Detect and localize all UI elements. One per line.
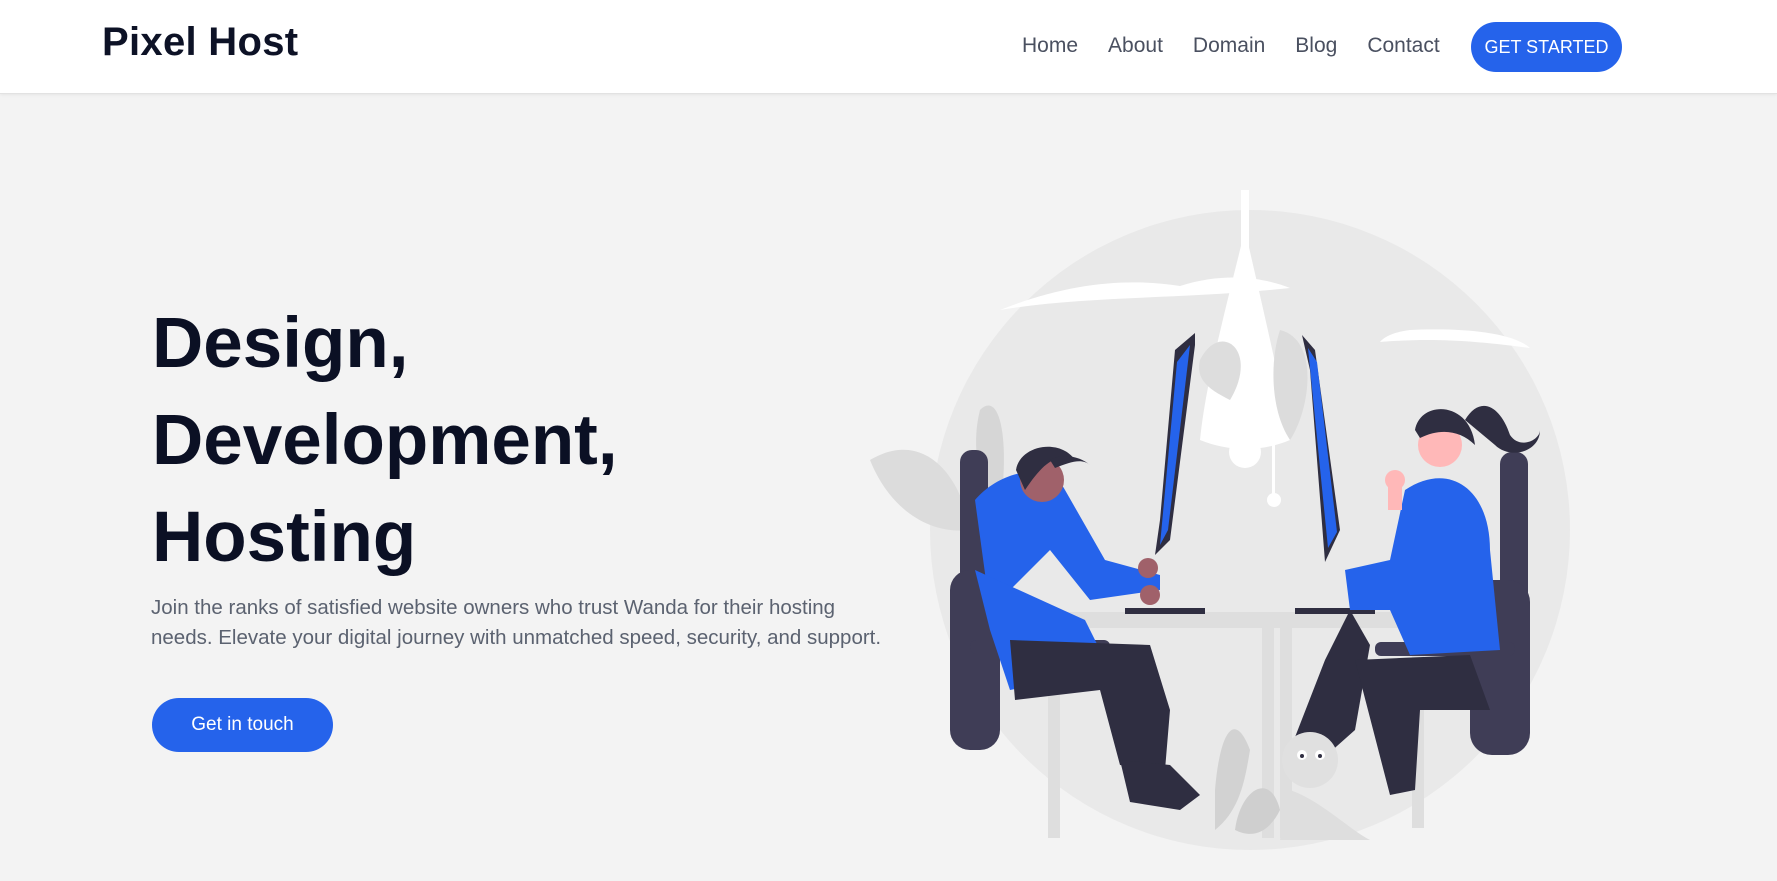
headline-line-development: Development, — [152, 401, 618, 480]
navbar: Pixel Host Home About Domain Blog Contac… — [0, 0, 1777, 94]
nav-links: Home About Domain Blog Contact — [1022, 34, 1470, 58]
hero-illustration — [850, 190, 1580, 855]
nav-link-blog[interactable]: Blog — [1295, 34, 1337, 58]
nav-link-domain[interactable]: Domain — [1193, 34, 1265, 58]
nav-link-contact[interactable]: Contact — [1367, 34, 1439, 58]
nav-link-about[interactable]: About — [1108, 34, 1163, 58]
get-in-touch-button[interactable]: Get in touch — [152, 698, 333, 752]
hero-headline: Design, Development, Hosting — [152, 295, 618, 586]
people-working-at-computers-illustration — [870, 190, 1570, 850]
brand-logo[interactable]: Pixel Host — [102, 20, 298, 65]
nav-link-home[interactable]: Home — [1022, 34, 1078, 58]
headline-line-hosting: Hosting — [152, 498, 417, 577]
headline-line-design: Design, — [152, 304, 409, 383]
hero-description: Join the ranks of satisfied website owne… — [151, 596, 882, 649]
get-started-button[interactable]: GET STARTED — [1471, 22, 1622, 72]
